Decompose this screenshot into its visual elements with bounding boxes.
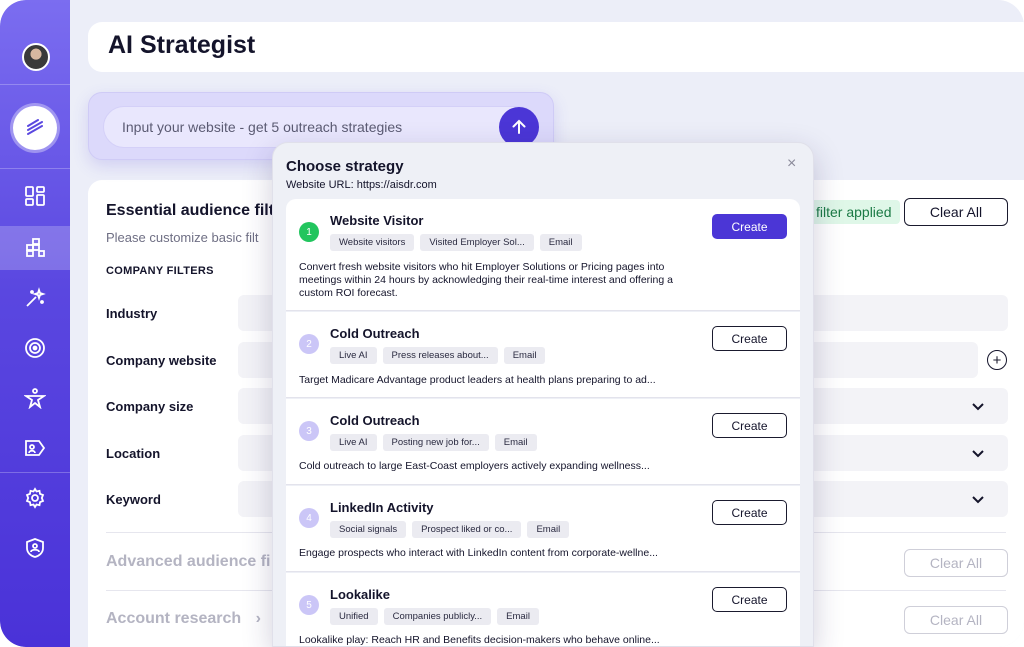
strategy-tags: Live AI Posting new job for... Email: [330, 434, 537, 451]
shield-user-icon[interactable]: [0, 526, 70, 570]
clear-all-advanced-button[interactable]: Clear All: [904, 549, 1008, 577]
choose-strategy-modal: Choose strategy Website URL: https://ais…: [272, 142, 814, 647]
strategy-title: LinkedIn Activity: [330, 500, 434, 515]
arrow-up-icon: [512, 119, 526, 134]
strategy-tag: Email: [494, 434, 537, 451]
company-filters-caption: COMPANY FILTERS: [106, 265, 214, 277]
strategy-tag: Unified: [330, 608, 378, 625]
strategy-tag: Email: [527, 521, 570, 538]
strategy-card[interactable]: 4 LinkedIn Activity Social signals Prosp…: [286, 486, 800, 572]
strategy-title: Website Visitor: [330, 213, 424, 228]
strategy-number: 1: [299, 222, 319, 242]
page-title: AI Strategist: [108, 31, 256, 59]
sidebar-divider: [0, 84, 70, 85]
strategy-description: Cold outreach to large East-Coast employ…: [299, 460, 650, 472]
modal-title: Choose strategy: [286, 158, 404, 175]
strategy-tag: Posting new job for...: [382, 434, 489, 451]
add-circle-icon[interactable]: +: [987, 350, 1007, 370]
strategy-tags: Website visitors Visited Employer Sol...…: [330, 234, 582, 251]
contact-tag-icon[interactable]: [0, 426, 70, 470]
strategy-tag: Email: [497, 608, 539, 625]
strategy-number: 3: [299, 421, 319, 441]
essential-filters-title: Essential audience filt: [106, 202, 275, 219]
chevron-down-icon[interactable]: [972, 398, 984, 414]
user-avatar[interactable]: [22, 43, 50, 71]
modal-website-url: Website URL: https://aisdr.com: [286, 179, 437, 191]
strategy-title: Lookalike: [330, 587, 390, 602]
filter-label-industry: Industry: [106, 306, 158, 321]
strategy-tag: Visited Employer Sol...: [420, 234, 534, 251]
strategy-number: 5: [299, 595, 319, 615]
chevron-right-icon: ›: [255, 610, 261, 627]
create-strategy-button[interactable]: Create: [712, 214, 787, 239]
strategy-title: Cold Outreach: [330, 326, 420, 341]
create-strategy-button[interactable]: Create: [712, 587, 787, 612]
dashboard-icon[interactable]: [0, 174, 70, 218]
strategy-description: Lookalike play: Reach HR and Benefits de…: [299, 634, 660, 646]
filter-label-company-website: Company website: [106, 353, 217, 368]
star-person-icon[interactable]: [0, 376, 70, 420]
strategy-tags: Live AI Press releases about... Email: [330, 347, 546, 364]
page-header: AI Strategist: [88, 22, 1024, 72]
submit-button[interactable]: [499, 107, 539, 147]
strategy-card[interactable]: 5 Lookalike Unified Companies publicly..…: [286, 573, 800, 646]
strategy-description: Convert fresh website visitors who hit E…: [299, 261, 673, 299]
strategy-tag: Website visitors: [330, 234, 415, 251]
clear-all-button[interactable]: Clear All: [904, 198, 1008, 226]
target-icon[interactable]: [0, 326, 70, 370]
strategy-tags: Social signals Prospect liked or co... E…: [330, 521, 570, 538]
audience-builder-icon[interactable]: [0, 226, 70, 270]
strategy-title: Cold Outreach: [330, 413, 420, 428]
sidebar-divider: [0, 472, 70, 473]
advanced-filters-title[interactable]: Advanced audience fi: [106, 553, 271, 571]
brand-logo-icon[interactable]: [13, 106, 57, 150]
strategy-description: Engage prospects who interact with Linke…: [299, 547, 658, 559]
filter-label-company-size: Company size: [106, 399, 194, 414]
essential-filters-subtitle: Please customize basic filt: [106, 230, 259, 245]
app-window: AI Strategist Essential audience filt Pl…: [0, 0, 1024, 647]
account-research-label: Account research: [106, 610, 242, 627]
create-strategy-button[interactable]: Create: [712, 326, 787, 351]
strategy-tag: Live AI: [330, 347, 377, 364]
gear-icon[interactable]: [0, 476, 70, 520]
strategy-number: 2: [299, 334, 319, 354]
filter-applied-badge: filter applied: [800, 200, 900, 224]
create-strategy-button[interactable]: Create: [712, 413, 787, 438]
chevron-down-icon[interactable]: [972, 445, 984, 461]
strategy-card[interactable]: 1 Website Visitor Website visitors Visit…: [286, 199, 800, 311]
strategy-tag: Email: [503, 347, 546, 364]
create-strategy-button[interactable]: Create: [712, 500, 787, 525]
strategy-tag: Live AI: [330, 434, 377, 451]
strategy-tag: Companies publicly...: [383, 608, 492, 625]
sidebar-divider: [0, 168, 70, 169]
strategy-card[interactable]: 3 Cold Outreach Live AI Posting new job …: [286, 399, 800, 485]
strategy-tag: Email: [539, 234, 582, 251]
close-icon[interactable]: ×: [787, 155, 796, 173]
chevron-down-icon[interactable]: [972, 491, 984, 507]
strategy-tag: Prospect liked or co...: [412, 521, 522, 538]
account-research-title[interactable]: Account research ›: [106, 610, 261, 628]
strategy-number: 4: [299, 508, 319, 528]
strategy-tags: Unified Companies publicly... Email: [330, 608, 539, 625]
sidebar: [0, 0, 70, 647]
filter-label-location: Location: [106, 446, 161, 461]
strategy-description: Target Madicare Advantage product leader…: [299, 374, 656, 386]
sparkles-icon[interactable]: [0, 276, 70, 320]
filter-label-keyword: Keyword: [106, 492, 161, 507]
clear-all-account-button[interactable]: Clear All: [904, 606, 1008, 634]
strategy-tag: Social signals: [330, 521, 407, 538]
strategy-card[interactable]: 2 Cold Outreach Live AI Press releases a…: [286, 312, 800, 398]
strategy-tag: Press releases about...: [382, 347, 498, 364]
